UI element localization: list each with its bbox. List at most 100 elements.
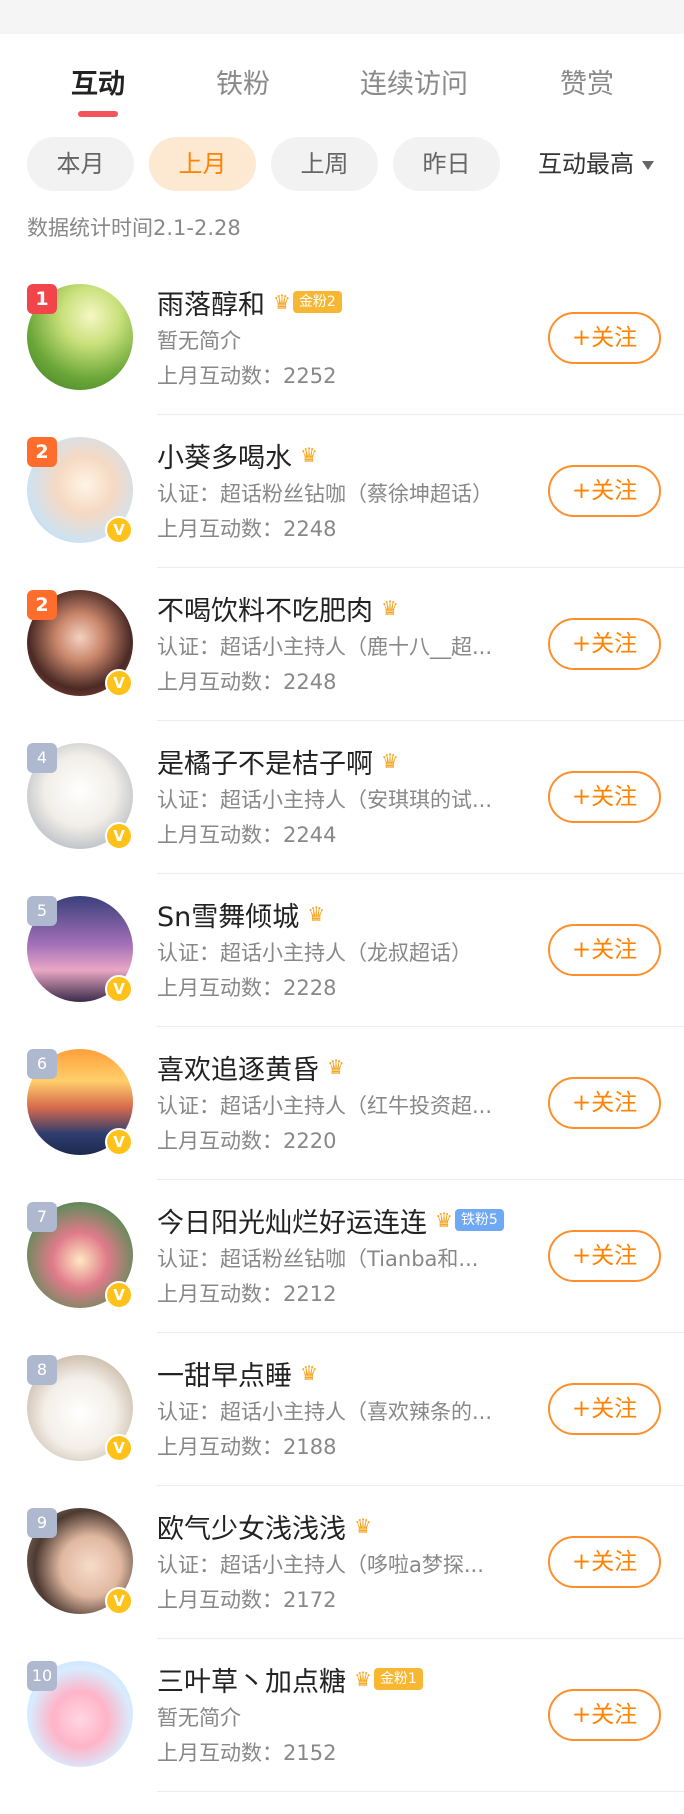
list-item[interactable]: 1 雨落醇和 ♛ 金粉2 暂无简介 上月互动数：2252 +关注 <box>0 262 684 415</box>
follow-button[interactable]: +关注 <box>548 1077 661 1129</box>
sort-dropdown[interactable]: 互动最高 <box>538 137 654 191</box>
verified-icon: V <box>105 1281 133 1309</box>
user-name[interactable]: 喜欢追逐黄昏 <box>157 1048 319 1087</box>
user-description: 认证：超话小主持人（哆啦a梦探... <box>157 1553 484 1577</box>
follow-button[interactable]: +关注 <box>548 1230 661 1282</box>
user-description: 认证：超话粉丝钻咖（Tianba和... <box>157 1247 479 1271</box>
name-line: 喜欢追逐黄昏 ♛ <box>157 1047 345 1087</box>
crown-icon: ♛ <box>307 902 326 926</box>
name-line: Sn雪舞倾城 ♛ <box>157 894 325 934</box>
name-line: 欧气少女浅浅浅 ♛ <box>157 1506 372 1546</box>
fan-level-badge: 铁粉5 <box>454 1209 504 1231</box>
filter-last-month[interactable]: 上月 <box>149 137 256 191</box>
tab-interaction[interactable]: 互动 <box>71 62 125 101</box>
crown-icon: ♛ <box>381 596 399 620</box>
follow-button[interactable]: +关注 <box>548 771 661 823</box>
rank-badge: 6 <box>27 1049 57 1079</box>
user-description: 暂无简介 <box>157 329 241 353</box>
follow-button[interactable]: +关注 <box>548 618 661 670</box>
interaction-count: 上月互动数：2248 <box>157 670 337 694</box>
user-description: 认证：超话小主持人（喜欢辣条的... <box>157 1400 493 1424</box>
user-name[interactable]: 三叶草丶加点糖 <box>157 1660 346 1699</box>
verified-icon: V <box>105 975 133 1003</box>
name-line: 雨落醇和 ♛ 金粉2 <box>157 282 342 322</box>
user-description: 暂无简介 <box>157 1706 241 1730</box>
rank-badge: 8 <box>27 1355 57 1385</box>
rank-badge: 2 <box>27 437 57 467</box>
interaction-count: 上月互动数：2228 <box>157 976 337 1000</box>
interaction-count: 上月互动数：2212 <box>157 1282 337 1306</box>
user-description: 认证：超话粉丝钻咖（蔡徐坤超话） <box>157 482 493 506</box>
tab-iron-fans[interactable]: 铁粉 <box>216 62 270 101</box>
row-divider <box>157 1791 684 1792</box>
rank-badge: 4 <box>27 743 57 773</box>
follow-button[interactable]: +关注 <box>548 1689 661 1741</box>
user-name[interactable]: 今日阳光灿烂好运连连 <box>157 1201 427 1240</box>
name-line: 是橘子不是桔子啊 ♛ <box>157 741 399 781</box>
user-name[interactable]: Sn雪舞倾城 <box>157 895 299 934</box>
verified-icon: V <box>105 1587 133 1615</box>
name-line: 三叶草丶加点糖 ♛ 金粉1 <box>157 1659 423 1699</box>
list-item[interactable]: 4 V 是橘子不是桔子啊 ♛ 认证：超话小主持人（安琪琪的试... 上月互动数：2244 +… <box>0 721 684 874</box>
interaction-count: 上月互动数：2244 <box>157 823 337 847</box>
fan-level-badge: 金粉1 <box>373 1668 423 1690</box>
interaction-count: 上月互动数：2252 <box>157 364 337 388</box>
list-item[interactable]: 2 V 不喝饮料不吃肥肉 ♛ 认证：超话小主持人（鹿十八__超... 上月互动数：2248… <box>0 568 684 721</box>
sort-label: 互动最高 <box>538 150 634 178</box>
user-name[interactable]: 小葵多喝水 <box>157 436 292 475</box>
user-name[interactable]: 欧气少女浅浅浅 <box>157 1507 346 1546</box>
list-item[interactable]: 2 V 小葵多喝水 ♛ 认证：超话粉丝钻咖（蔡徐坤超话） 上月互动数：2248 +关注 <box>0 415 684 568</box>
follow-button[interactable]: +关注 <box>548 924 661 976</box>
name-line: 小葵多喝水 ♛ <box>157 435 318 475</box>
name-line: 不喝饮料不吃肥肉 ♛ <box>157 588 399 628</box>
active-tab-indicator <box>78 111 118 117</box>
filter-yesterday[interactable]: 昨日 <box>393 137 500 191</box>
list-item[interactable]: 7 V 今日阳光灿烂好运连连 ♛ 铁粉5 认证：超话粉丝钻咖（Tianba和... 上月互动… <box>0 1180 684 1333</box>
crown-icon: ♛ <box>300 443 318 467</box>
crown-icon: ♛ <box>354 1514 372 1538</box>
name-line: 今日阳光灿烂好运连连 ♛ 铁粉5 <box>157 1200 504 1240</box>
top-strip <box>0 0 684 34</box>
follow-button[interactable]: +关注 <box>548 1383 661 1435</box>
verified-icon: V <box>105 1128 133 1156</box>
interaction-count: 上月互动数：2220 <box>157 1129 337 1153</box>
user-name[interactable]: 一甜早点睡 <box>157 1354 292 1393</box>
tab-rewards[interactable]: 赞赏 <box>560 62 614 101</box>
verified-icon: V <box>105 1434 133 1462</box>
user-name[interactable]: 雨落醇和 <box>157 283 265 322</box>
rank-badge: 5 <box>27 896 57 926</box>
list-item[interactable]: 9 V 欧气少女浅浅浅 ♛ 认证：超话小主持人（哆啦a梦探... 上月互动数：2172 +关… <box>0 1486 684 1639</box>
verified-icon: V <box>105 669 133 697</box>
stat-time-range: 数据统计时间2.1-2.28 <box>27 216 241 240</box>
user-description: 认证：超话小主持人（安琪琪的试... <box>157 788 493 812</box>
rank-badge: 1 <box>27 284 57 314</box>
filter-this-month[interactable]: 本月 <box>27 137 134 191</box>
user-description: 认证：超话小主持人（鹿十八__超... <box>157 635 493 659</box>
user-name[interactable]: 是橘子不是桔子啊 <box>157 742 373 781</box>
follow-button[interactable]: +关注 <box>548 465 661 517</box>
list-item[interactable]: 5 V Sn雪舞倾城 ♛ 认证：超话小主持人（龙叔超话） 上月互动数：2228 +关注 <box>0 874 684 1027</box>
list-item[interactable]: 10 三叶草丶加点糖 ♛ 金粉1 暂无简介 上月互动数：2152 +关注 <box>0 1639 684 1792</box>
crown-icon: ♛ <box>435 1208 453 1232</box>
rank-badge: 9 <box>27 1508 57 1538</box>
interaction-count: 上月互动数：2172 <box>157 1588 337 1612</box>
user-name[interactable]: 不喝饮料不吃肥肉 <box>157 589 373 628</box>
rank-badge: 7 <box>27 1202 57 1232</box>
user-description: 认证：超话小主持人（龙叔超话） <box>157 941 472 965</box>
interaction-count: 上月互动数：2188 <box>157 1435 337 1459</box>
list-item[interactable]: 6 V 喜欢追逐黄昏 ♛ 认证：超话小主持人（红牛投资超... 上月互动数：2220 +关注 <box>0 1027 684 1180</box>
rank-badge: 2 <box>27 590 57 620</box>
tab-bar: 互动 铁粉 连续访问 赞赏 <box>0 52 684 122</box>
list-item[interactable]: 8 V 一甜早点睡 ♛ 认证：超话小主持人（喜欢辣条的... 上月互动数：2188 +关注 <box>0 1333 684 1486</box>
time-filter-bar: 本月 上月 上周 昨日 互动最高 <box>0 137 684 193</box>
filter-last-week[interactable]: 上周 <box>271 137 378 191</box>
caret-down-icon <box>642 160 654 170</box>
crown-icon: ♛ <box>381 749 399 773</box>
crown-icon: ♛ <box>273 290 291 314</box>
follow-button[interactable]: +关注 <box>548 312 661 364</box>
crown-icon: ♛ <box>354 1667 372 1691</box>
follow-button[interactable]: +关注 <box>548 1536 661 1588</box>
user-description: 认证：超话小主持人（红牛投资超... <box>157 1094 493 1118</box>
tab-consecutive-visits[interactable]: 连续访问 <box>360 62 468 101</box>
crown-icon: ♛ <box>300 1361 318 1385</box>
